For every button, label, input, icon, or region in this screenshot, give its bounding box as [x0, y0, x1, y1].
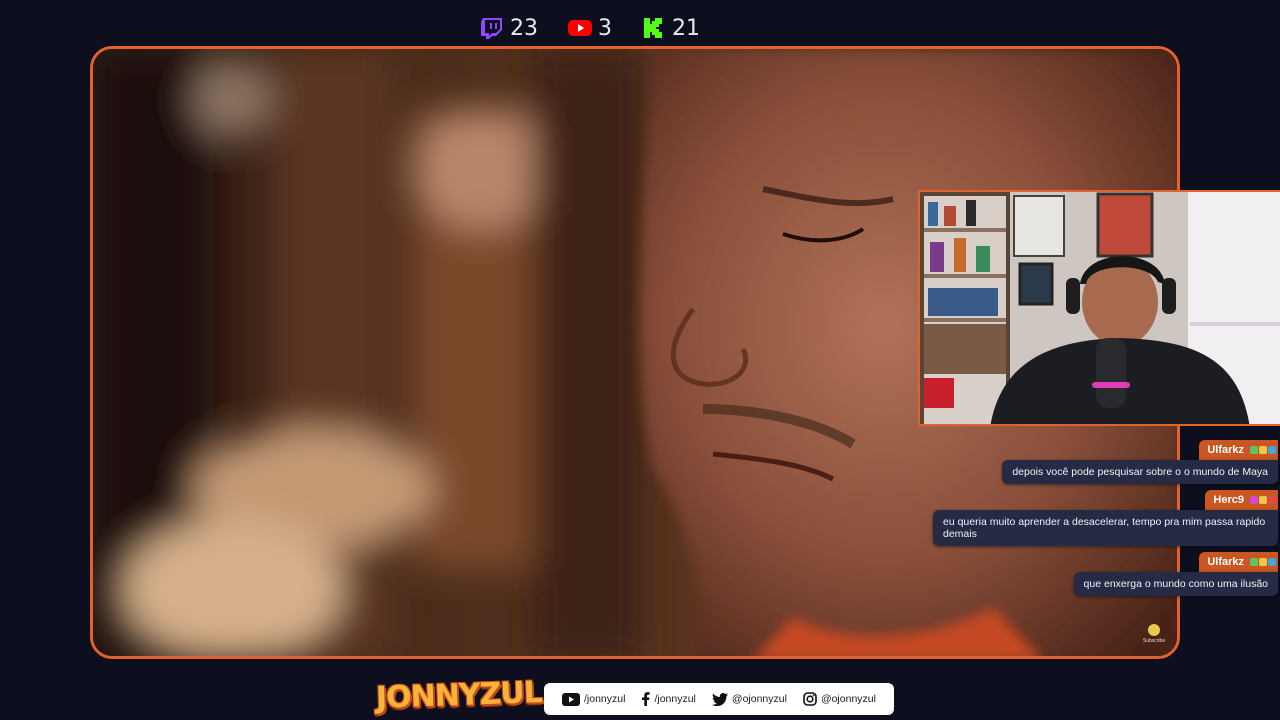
- chat-username: Herc9: [1205, 490, 1250, 510]
- twitch-count: 23: [510, 15, 538, 41]
- youtube-icon: [562, 692, 580, 706]
- webcam-image: [920, 192, 1280, 424]
- subscribe-label: Subscribe: [1142, 638, 1166, 644]
- social-handle: @ojonnyzul: [731, 693, 787, 705]
- badge-icon: [1250, 496, 1258, 504]
- twitch-icon: [480, 17, 504, 39]
- social-handle: /jonnyzul: [584, 693, 626, 705]
- youtube-icon: [568, 17, 592, 39]
- badge-icon: [1259, 496, 1267, 504]
- kick-icon: [642, 17, 666, 39]
- user-badges: [1250, 552, 1278, 572]
- channel-logo: JONNYZUL: [375, 675, 543, 716]
- badge-icon: [1250, 446, 1258, 454]
- badge-icon: [1250, 558, 1258, 566]
- chat-text: depois você pode pesquisar sobre o o mun…: [1002, 460, 1278, 484]
- user-badges: [1250, 490, 1278, 510]
- social-handle: @ojonnyzul: [820, 693, 876, 705]
- social-links-bar: /jonnyzul /jonnyzul @ojonnyzul @ojonnyzu…: [544, 683, 894, 715]
- chat-text: eu queria muito aprender a desacelerar, …: [933, 510, 1278, 546]
- instagram-icon: [803, 692, 817, 706]
- viewer-counts: 23 3 21: [480, 14, 700, 42]
- twitter-icon: [711, 692, 728, 706]
- facebook-icon: [642, 692, 651, 706]
- badge-icon: [1268, 446, 1276, 454]
- social-instagram[interactable]: @ojonnyzul: [803, 692, 876, 706]
- chat-text: que enxerga o mundo como uma ilusão: [1073, 572, 1278, 596]
- subscribe-alert: Subscribe: [1141, 624, 1167, 644]
- subscribe-icon: [1148, 624, 1160, 636]
- chat-message: Ulfarkz depois você pode pesquisar sobre…: [918, 440, 1278, 484]
- kick-viewer-count: 21: [642, 16, 700, 41]
- badge-icon: [1259, 446, 1267, 454]
- chat-username: Ulfarkz: [1199, 440, 1250, 460]
- social-facebook[interactable]: /jonnyzul: [641, 692, 696, 706]
- youtube-viewer-count: 3: [568, 16, 612, 41]
- social-handle: /jonnyzul: [654, 693, 696, 705]
- badge-icon: [1259, 558, 1267, 566]
- social-twitter[interactable]: @ojonnyzul: [711, 692, 787, 706]
- user-badges: [1250, 440, 1278, 460]
- twitch-viewer-count: 23: [480, 16, 538, 41]
- chat-message: Herc9 eu queria muito aprender a desacel…: [918, 490, 1278, 546]
- youtube-count: 3: [598, 15, 612, 41]
- webcam-overlay: [918, 190, 1280, 426]
- chat-message: Ulfarkz que enxerga o mundo como uma ilu…: [918, 552, 1278, 596]
- chat-overlay: Ulfarkz depois você pode pesquisar sobre…: [918, 440, 1278, 602]
- badge-icon: [1268, 558, 1276, 566]
- social-youtube[interactable]: /jonnyzul: [562, 692, 626, 706]
- kick-count: 21: [672, 15, 700, 41]
- badge-icon: [1268, 496, 1276, 504]
- chat-username: Ulfarkz: [1199, 552, 1250, 572]
